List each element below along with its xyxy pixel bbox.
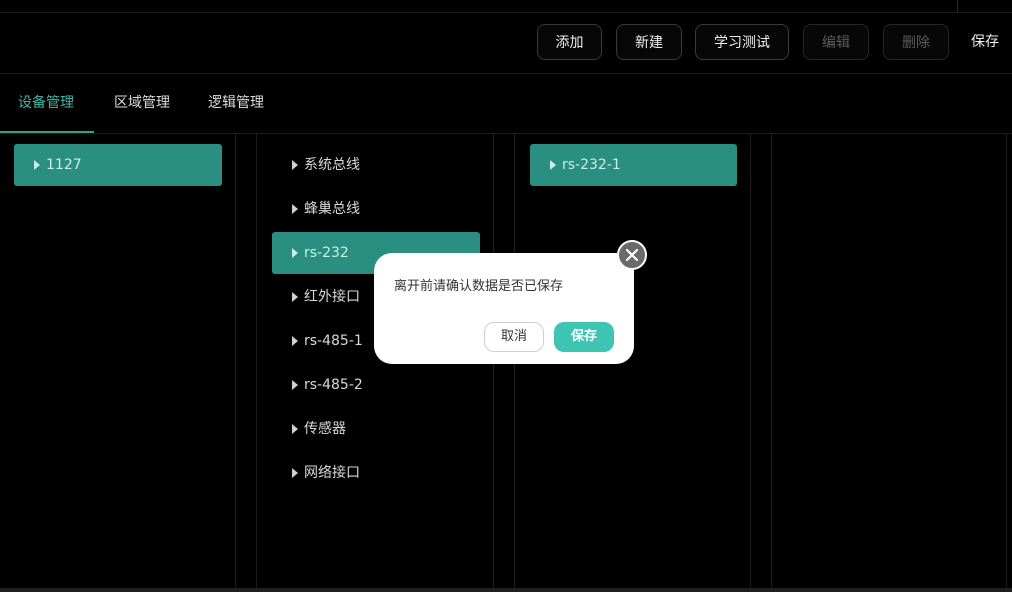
caret-right-icon bbox=[292, 160, 298, 170]
close-icon-glyph bbox=[625, 248, 639, 262]
tab-bar: 设备管理 区域管理 逻辑管理 bbox=[0, 74, 1012, 134]
column-divider bbox=[771, 134, 772, 588]
interface-item-label: 传感器 bbox=[304, 421, 346, 437]
interface-item-system-bus[interactable]: 系统总线 bbox=[272, 144, 480, 186]
caret-right-icon bbox=[292, 204, 298, 214]
bottom-scrollbar-track bbox=[0, 588, 1012, 592]
interface-item-label: 红外接口 bbox=[304, 289, 360, 305]
new-button[interactable]: 新建 bbox=[616, 24, 682, 60]
dialog-save-button[interactable]: 保存 bbox=[554, 322, 614, 352]
top-strip bbox=[0, 0, 1012, 13]
column-divider bbox=[1006, 134, 1007, 588]
edit-button[interactable]: 编辑 bbox=[803, 24, 869, 60]
interface-item-label: 系统总线 bbox=[304, 157, 360, 173]
caret-right-icon bbox=[292, 248, 298, 258]
caret-right-icon bbox=[292, 292, 298, 302]
interface-item-network[interactable]: 网络接口 bbox=[272, 452, 480, 494]
close-icon[interactable] bbox=[617, 240, 647, 270]
dialog-cancel-button[interactable]: 取消 bbox=[484, 322, 544, 352]
column-divider bbox=[235, 134, 236, 588]
confirm-leave-dialog: 离开前请确认数据是否已保存 取消 保存 bbox=[374, 253, 634, 364]
caret-right-icon bbox=[550, 160, 556, 170]
interface-item-sensor[interactable]: 传感器 bbox=[272, 408, 480, 450]
top-strip-divider bbox=[957, 0, 958, 12]
caret-right-icon bbox=[292, 380, 298, 390]
learn-test-button[interactable]: 学习测试 bbox=[695, 24, 789, 60]
dialog-message: 离开前请确认数据是否已保存 bbox=[394, 279, 564, 294]
tab-area-management[interactable]: 区域管理 bbox=[114, 74, 170, 133]
active-tab-indicator bbox=[0, 131, 94, 133]
toolbar: 添加 新建 学习测试 编辑 删除 保存 bbox=[0, 13, 1012, 74]
interface-item-rs-485-2[interactable]: rs-485-2 bbox=[272, 364, 480, 406]
add-button[interactable]: 添加 bbox=[537, 24, 602, 60]
app-screen: 添加 新建 学习测试 编辑 删除 保存 设备管理 区域管理 逻辑管理 1127 … bbox=[0, 0, 1012, 592]
device-item-label: 1127 bbox=[46, 157, 82, 173]
tab-device-management[interactable]: 设备管理 bbox=[18, 74, 74, 133]
port-item-rs-232-1[interactable]: rs-232-1 bbox=[530, 144, 737, 186]
column-divider bbox=[256, 134, 257, 588]
interface-item-label: rs-232 bbox=[304, 245, 349, 261]
interface-item-label: rs-485-2 bbox=[304, 377, 363, 393]
caret-right-icon bbox=[292, 336, 298, 346]
interface-item-label: 网络接口 bbox=[304, 465, 360, 481]
delete-button[interactable]: 删除 bbox=[883, 24, 949, 60]
interface-item-label: 蜂巢总线 bbox=[304, 201, 360, 217]
caret-right-icon bbox=[292, 424, 298, 434]
interface-item-label: rs-485-1 bbox=[304, 333, 363, 349]
device-item-1127[interactable]: 1127 bbox=[14, 144, 222, 186]
interface-item-hive-bus[interactable]: 蜂巢总线 bbox=[272, 188, 480, 230]
save-button[interactable]: 保存 bbox=[971, 24, 999, 60]
tab-logic-management[interactable]: 逻辑管理 bbox=[208, 74, 264, 133]
caret-right-icon bbox=[34, 160, 40, 170]
port-item-label: rs-232-1 bbox=[562, 157, 621, 173]
caret-right-icon bbox=[292, 468, 298, 478]
column-divider bbox=[750, 134, 751, 588]
